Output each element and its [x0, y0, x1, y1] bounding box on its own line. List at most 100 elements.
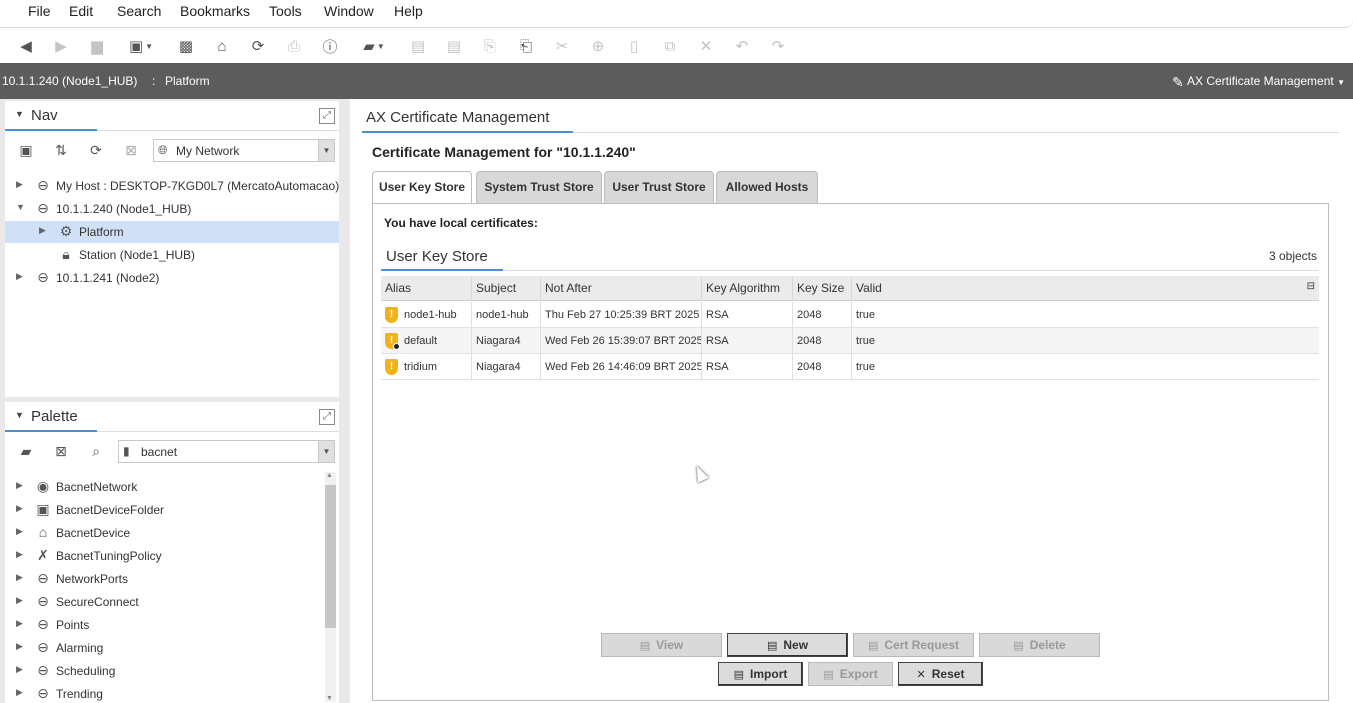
tab-user-key-store[interactable]: User Key Store	[372, 171, 472, 204]
table-row[interactable]: node1-hub node1-hub Thu Feb 27 10:25:39 BR…	[381, 302, 1319, 328]
table-options-icon[interactable]: ⊟	[1307, 281, 1315, 292]
tab-allowed-hosts[interactable]: Allowed Hosts	[716, 171, 818, 203]
scrollbar-thumb[interactable]	[325, 485, 336, 628]
menu-search[interactable]: Search	[113, 3, 165, 19]
sort-icon[interactable]: ⇅	[51, 140, 71, 160]
column-key-size[interactable]: Key Size	[793, 276, 852, 301]
column-alias[interactable]: Alias	[381, 276, 472, 301]
home-icon[interactable]: ⌂	[212, 36, 232, 56]
redo-icon[interactable]: ↷	[768, 36, 788, 56]
tab-user-trust-store[interactable]: User Trust Store	[604, 171, 714, 203]
palette-item[interactable]: ▶ ⊖ Alarming	[5, 637, 321, 659]
tree-item-my-host[interactable]: ▶ ⊖ My Host : DESKTOP-7KGD0L7 (MercatoAu…	[5, 175, 339, 197]
close-icon[interactable]: ⊠	[121, 140, 141, 160]
expand-arrow-icon[interactable]: ▶	[16, 480, 23, 491]
path-host[interactable]: 10.1.1.240 (Node1_HUB)	[2, 74, 137, 88]
palette-item[interactable]: ▶ ⊖ Points	[5, 614, 321, 636]
expand-arrow-icon[interactable]: ▶	[16, 572, 23, 583]
export-button[interactable]: ▤ Export	[808, 662, 893, 686]
expand-arrow-icon[interactable]: ▶	[16, 687, 23, 698]
palette-item[interactable]: ▶ ✗ BacnetTuningPolicy	[5, 545, 321, 567]
undo-icon[interactable]: ↶	[732, 36, 752, 56]
collapse-arrow-icon[interactable]: ▼	[16, 202, 25, 212]
palette-item[interactable]: ▶ ▣ BacnetDeviceFolder	[5, 499, 321, 521]
folder-up-icon[interactable]: ▆	[87, 36, 107, 56]
palette-item[interactable]: ▶ ⊖ Scheduling	[5, 660, 321, 682]
palette-item[interactable]: ▶ ◉ BacnetNetwork	[5, 476, 321, 498]
new-button[interactable]: ▤ New	[727, 633, 848, 657]
window-icon[interactable]: ▣ ▼	[124, 36, 158, 56]
menu-tools[interactable]: Tools	[265, 3, 306, 19]
column-not-after[interactable]: Not After	[541, 276, 702, 301]
expand-arrow-icon[interactable]: ▶	[16, 664, 23, 675]
expand-arrow-icon[interactable]: ▶	[16, 271, 23, 282]
paste-icon[interactable]: ▯	[624, 36, 644, 56]
module-selector[interactable]: ▮ bacnet ▼	[118, 440, 335, 463]
palette-item[interactable]: ▶ ⊖ SecureConnect	[5, 591, 321, 613]
open-icon[interactable]: ▰ ▼	[357, 36, 391, 56]
tree-item-node2[interactable]: ▶ ⊖ 10.1.1.241 (Node2)	[5, 267, 339, 289]
export-icon[interactable]: ⎗	[516, 36, 536, 56]
search-icon[interactable]: ⌕	[86, 441, 106, 461]
chevron-down-icon[interactable]: ▼	[318, 140, 334, 161]
expand-arrow-icon[interactable]: ▶	[16, 618, 23, 629]
maximize-icon[interactable]: ⤢	[319, 108, 335, 124]
forward-icon[interactable]: ▶	[51, 36, 71, 56]
import-icon[interactable]: ⎘	[480, 36, 500, 56]
table-row[interactable]: tridium Niagara4 Wed Feb 26 14:46:09 BRT 2…	[381, 354, 1319, 380]
expand-arrow-icon[interactable]: ▶	[16, 179, 23, 190]
column-key-algorithm[interactable]: Key Algorithm	[702, 276, 793, 301]
save-icon[interactable]: ⎙	[284, 36, 304, 56]
info-icon[interactable]: ⓘ	[320, 36, 340, 56]
expand-arrow-icon[interactable]: ▶	[16, 549, 23, 560]
pencil-icon[interactable]: ✎	[1172, 74, 1184, 91]
copy-icon[interactable]: ⊕	[588, 36, 608, 56]
menu-bookmarks[interactable]: Bookmarks	[176, 3, 254, 19]
delete-button[interactable]: ▤ Delete	[979, 633, 1100, 657]
column-subject[interactable]: Subject	[472, 276, 541, 301]
import-button[interactable]: ▤ Import	[718, 662, 803, 686]
new-folder-icon[interactable]: ▣	[16, 140, 36, 160]
open-folder-icon[interactable]: ▰	[16, 441, 36, 461]
palette-item[interactable]: ▶ ⊖ NetworkPorts	[5, 568, 321, 590]
tree-item-node1[interactable]: ▼ ⊖ 10.1.1.240 (Node1_HUB)	[5, 198, 339, 220]
menu-file[interactable]: File	[24, 3, 55, 19]
menu-help[interactable]: Help	[390, 3, 427, 19]
tree-item-platform[interactable]: ▶ ⚙ Platform	[5, 221, 339, 243]
reset-button[interactable]: ✕ Reset	[898, 662, 983, 686]
expand-arrow-icon[interactable]: ▶	[16, 595, 23, 606]
expand-arrow-icon[interactable]: ▶	[16, 641, 23, 652]
menu-window[interactable]: Window	[320, 3, 378, 19]
expand-arrow-icon[interactable]: ▶	[16, 526, 23, 537]
maximize-icon[interactable]: ⤢	[319, 409, 335, 425]
scroll-up-icon[interactable]: ▲	[326, 472, 333, 479]
palette-item[interactable]: ▶ ⌂ BacnetDevice	[5, 522, 321, 544]
palette-scrollbar[interactable]: ▲ ▼	[325, 472, 336, 702]
refresh-icon[interactable]: ⟳	[248, 36, 268, 56]
close-icon[interactable]: ⊠	[51, 441, 71, 461]
expand-arrow-icon[interactable]: ▶	[39, 225, 46, 236]
expand-arrow-icon[interactable]: ▶	[16, 503, 23, 514]
cut-icon[interactable]: ✂	[552, 36, 572, 56]
delete-icon[interactable]: ✕	[696, 36, 716, 56]
path-platform[interactable]: Platform	[165, 74, 210, 88]
open-folder-icon[interactable]: ▩	[176, 36, 196, 56]
save-as-icon[interactable]: ▤	[444, 36, 464, 56]
view-selector[interactable]: AX Certificate Management ▼	[1187, 74, 1345, 88]
palette-item[interactable]: ▶ ⊖ Trending	[5, 683, 321, 703]
save-all-icon[interactable]: ▤	[408, 36, 428, 56]
collapse-icon[interactable]: ▼	[15, 410, 24, 420]
table-row[interactable]: default Niagara4 Wed Feb 26 15:39:07 BRT 2…	[381, 328, 1319, 354]
tab-system-trust-store[interactable]: System Trust Store	[476, 171, 602, 203]
menu-edit[interactable]: Edit	[65, 3, 97, 19]
collapse-icon[interactable]: ▼	[15, 109, 24, 119]
duplicate-icon[interactable]: ⧉	[660, 36, 680, 56]
chevron-down-icon[interactable]: ▼	[318, 441, 334, 462]
back-icon[interactable]: ◀	[16, 36, 36, 56]
refresh-icon[interactable]: ⟳	[86, 140, 106, 160]
cert-request-button[interactable]: ▤ Cert Request	[853, 633, 974, 657]
scroll-down-icon[interactable]: ▼	[326, 695, 333, 702]
view-button[interactable]: ▤ View	[601, 633, 722, 657]
column-valid[interactable]: Valid	[852, 276, 972, 301]
tree-item-station[interactable]: 🔒︎ Station (Node1_HUB)	[5, 244, 339, 266]
